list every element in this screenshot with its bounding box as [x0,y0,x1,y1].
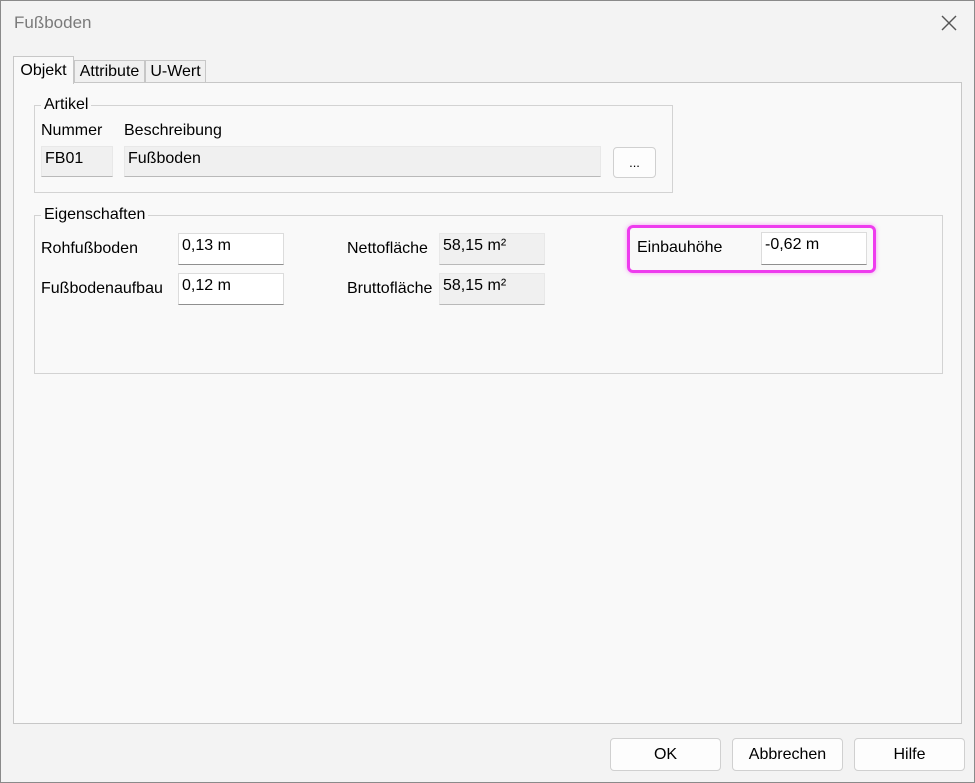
nettoflaeche-field[interactable]: 58,15 m² [439,233,545,265]
einbauhoehe-highlight [627,225,876,273]
nummer-label: Nummer [41,122,103,139]
close-icon [941,15,957,31]
rohfussboden-label: Rohfußboden [41,240,138,257]
help-button[interactable]: Hilfe [854,738,965,771]
bruttoflaeche-label: Bruttofläche [347,280,433,297]
tab-u-wert[interactable]: U-Wert [145,60,206,83]
bruttoflaeche-field[interactable]: 58,15 m² [439,273,545,305]
beschreibung-label: Beschreibung [124,122,222,139]
tab-attribute[interactable]: Attribute [74,60,145,83]
artikel-legend: Artikel [41,96,92,114]
eigenschaften-legend: Eigenschaften [41,206,149,224]
beschreibung-field[interactable]: Fußboden [124,146,601,177]
nummer-field[interactable]: FB01 [41,146,113,177]
cancel-button[interactable]: Abbrechen [732,738,843,771]
fussbodenaufbau-label: Fußbodenaufbau [41,280,163,297]
window-title: Fußboden [14,13,92,32]
title-bar[interactable]: Fußboden [1,1,974,45]
rohfussboden-input[interactable]: 0,13 m [178,233,284,265]
fussbodenaufbau-input[interactable]: 0,12 m [178,273,284,305]
dialog-window: Fußboden Objekt Attribute U-Wert Artikel… [0,0,975,783]
tab-objekt[interactable]: Objekt [13,56,74,84]
ok-button[interactable]: OK [610,738,721,771]
close-button[interactable] [929,7,969,39]
browse-button[interactable]: ... [613,147,656,178]
nettoflaeche-label: Nettofläche [347,240,428,257]
